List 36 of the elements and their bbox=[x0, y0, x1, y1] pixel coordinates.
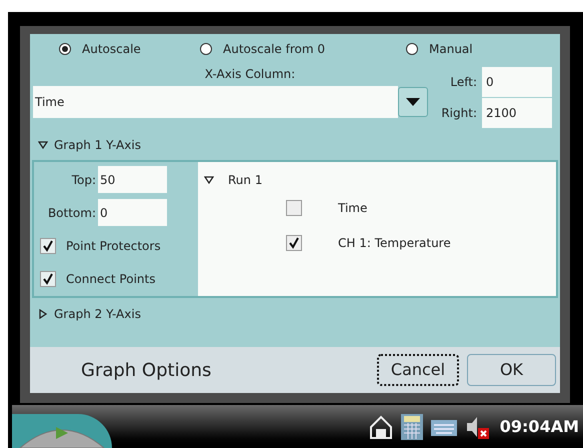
checkbox[interactable] bbox=[40, 271, 56, 288]
input-field[interactable]: 0 bbox=[98, 199, 167, 226]
input-field[interactable]: 0 bbox=[482, 67, 552, 97]
radio-button[interactable]: Autoscale from 0 bbox=[200, 40, 406, 58]
field-label: Bottom: bbox=[46, 204, 97, 222]
radio-button[interactable]: Manual bbox=[406, 40, 473, 58]
input-field[interactable]: 50 bbox=[98, 166, 167, 194]
caret-icon bbox=[406, 98, 420, 106]
dropdown-field[interactable]: Time bbox=[33, 86, 398, 118]
dialog-title: Graph Options bbox=[81, 358, 212, 382]
radio-button[interactable]: Autoscale bbox=[59, 40, 200, 58]
collapse-triangle-icon[interactable] bbox=[38, 140, 48, 150]
section-header[interactable]: Graph 1 Y-Axis bbox=[54, 136, 141, 154]
clock-time: 09:04AM bbox=[500, 416, 579, 438]
checkbox[interactable] bbox=[286, 200, 302, 216]
checkbox-label: CH 1: Temperature bbox=[338, 234, 451, 252]
dialog-button[interactable]: OK bbox=[467, 354, 556, 386]
checkbox-label: Point Protectors bbox=[66, 238, 161, 256]
input-field[interactable]: 2100 bbox=[482, 98, 552, 128]
collapse-triangle-icon[interactable] bbox=[204, 175, 214, 185]
tree-item[interactable]: Run 1 bbox=[228, 171, 262, 189]
field-label: Right: bbox=[440, 105, 478, 122]
dropdown-button[interactable] bbox=[398, 87, 428, 117]
section-header[interactable]: Graph 2 Y-Axis bbox=[54, 305, 141, 323]
calculator-icon[interactable] bbox=[400, 412, 424, 440]
home-icon[interactable] bbox=[368, 414, 394, 440]
start-button[interactable] bbox=[12, 414, 112, 448]
checkbox-label: Connect Points bbox=[66, 271, 156, 288]
checkbox[interactable] bbox=[286, 234, 302, 250]
checkbox-label: Time bbox=[338, 200, 368, 216]
expand-triangle-icon[interactable] bbox=[38, 309, 48, 319]
field-label: Top: bbox=[70, 172, 97, 189]
field-label: X-Axis Column: bbox=[204, 66, 296, 83]
field-label: Left: bbox=[449, 74, 478, 91]
checkbox[interactable] bbox=[40, 238, 56, 254]
dialog-button[interactable]: Cancel bbox=[377, 354, 459, 386]
